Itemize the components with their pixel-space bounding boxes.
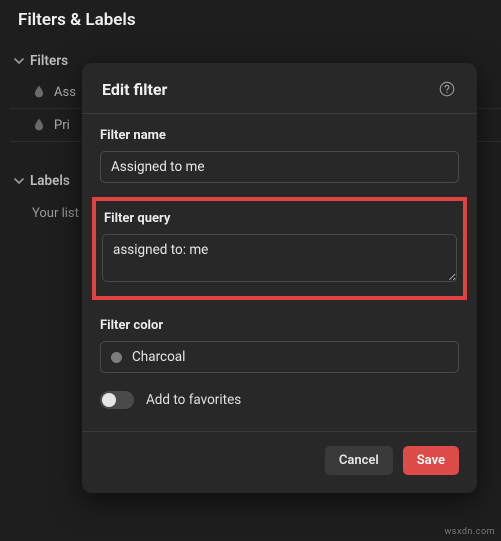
toggle-knob — [102, 393, 116, 407]
edit-filter-modal: Edit filter Filter name Filter query Fil… — [82, 63, 477, 493]
chevron-down-icon — [10, 172, 28, 190]
filter-query-input[interactable] — [102, 234, 457, 282]
filter-query-label: Filter query — [102, 211, 457, 226]
modal-footer: Cancel Save — [82, 431, 477, 493]
filters-section-label: Filters — [30, 53, 68, 69]
cancel-button[interactable]: Cancel — [325, 446, 393, 475]
page-title: Filters & Labels — [0, 0, 501, 46]
modal-body: Filter name Filter query Filter color Ch… — [82, 114, 477, 423]
color-swatch-icon — [111, 352, 122, 363]
filter-color-value: Charcoal — [132, 349, 185, 365]
filter-color-label: Filter color — [100, 318, 459, 333]
help-icon[interactable] — [437, 79, 457, 99]
labels-section-label: Labels — [30, 173, 70, 189]
filter-name-label: Filter name — [100, 128, 459, 143]
filter-item-label: Ass — [54, 85, 76, 100]
filter-drop-icon — [32, 117, 48, 133]
filter-name-input[interactable] — [100, 151, 459, 183]
filter-item-label: Pri — [54, 118, 70, 133]
filter-query-highlight: Filter query — [92, 197, 467, 300]
favorites-row: Add to favorites — [100, 391, 459, 409]
filter-color-select[interactable]: Charcoal — [100, 341, 459, 373]
filter-name-group: Filter name — [100, 128, 459, 183]
watermark: wsxdn.com — [445, 527, 495, 537]
filter-color-group: Filter color Charcoal — [100, 318, 459, 373]
modal-header: Edit filter — [82, 63, 477, 114]
chevron-down-icon — [10, 52, 28, 70]
save-button[interactable]: Save — [403, 446, 459, 475]
modal-title: Edit filter — [102, 80, 167, 99]
favorites-toggle[interactable] — [100, 391, 134, 409]
filter-drop-icon — [32, 84, 48, 100]
favorites-toggle-label: Add to favorites — [146, 392, 241, 408]
